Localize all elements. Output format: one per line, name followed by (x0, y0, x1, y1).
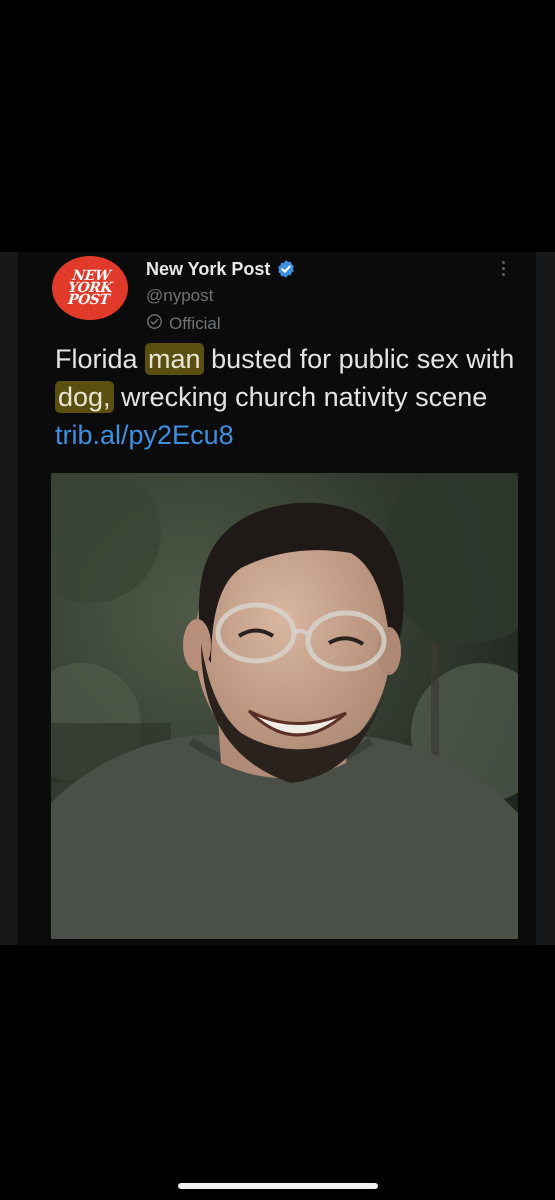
tweet-text: Florida man busted for public sex with d… (55, 340, 525, 454)
nypost-logo: NEW YORK POST (67, 268, 113, 308)
official-label: Official (169, 314, 221, 333)
tweet-link[interactable]: trib.al/py2Ecu8 (55, 420, 234, 450)
display-name[interactable]: New York Post (146, 259, 270, 280)
tweet-text-part: Florida (55, 344, 146, 374)
screen: NEW YORK POST New York Post @nypost Offi… (0, 0, 555, 1200)
avatar[interactable]: NEW YORK POST (52, 256, 128, 320)
tweet-text-part: busted for public sex with (203, 344, 515, 374)
handle[interactable]: @nypost (146, 286, 213, 306)
author-name-row: New York Post (146, 256, 296, 282)
tweet-photo[interactable] (51, 473, 518, 939)
official-check-circle-icon (146, 313, 163, 335)
highlighted-word-dog: dog, (55, 381, 114, 413)
highlighted-word-man: man (145, 343, 204, 375)
verified-badge-icon (276, 259, 296, 279)
tweet-text-part: wrecking church nativity scene (113, 382, 488, 412)
home-indicator[interactable] (178, 1183, 378, 1189)
more-vertical-icon[interactable] (493, 256, 513, 280)
official-label-row: Official (146, 313, 221, 335)
